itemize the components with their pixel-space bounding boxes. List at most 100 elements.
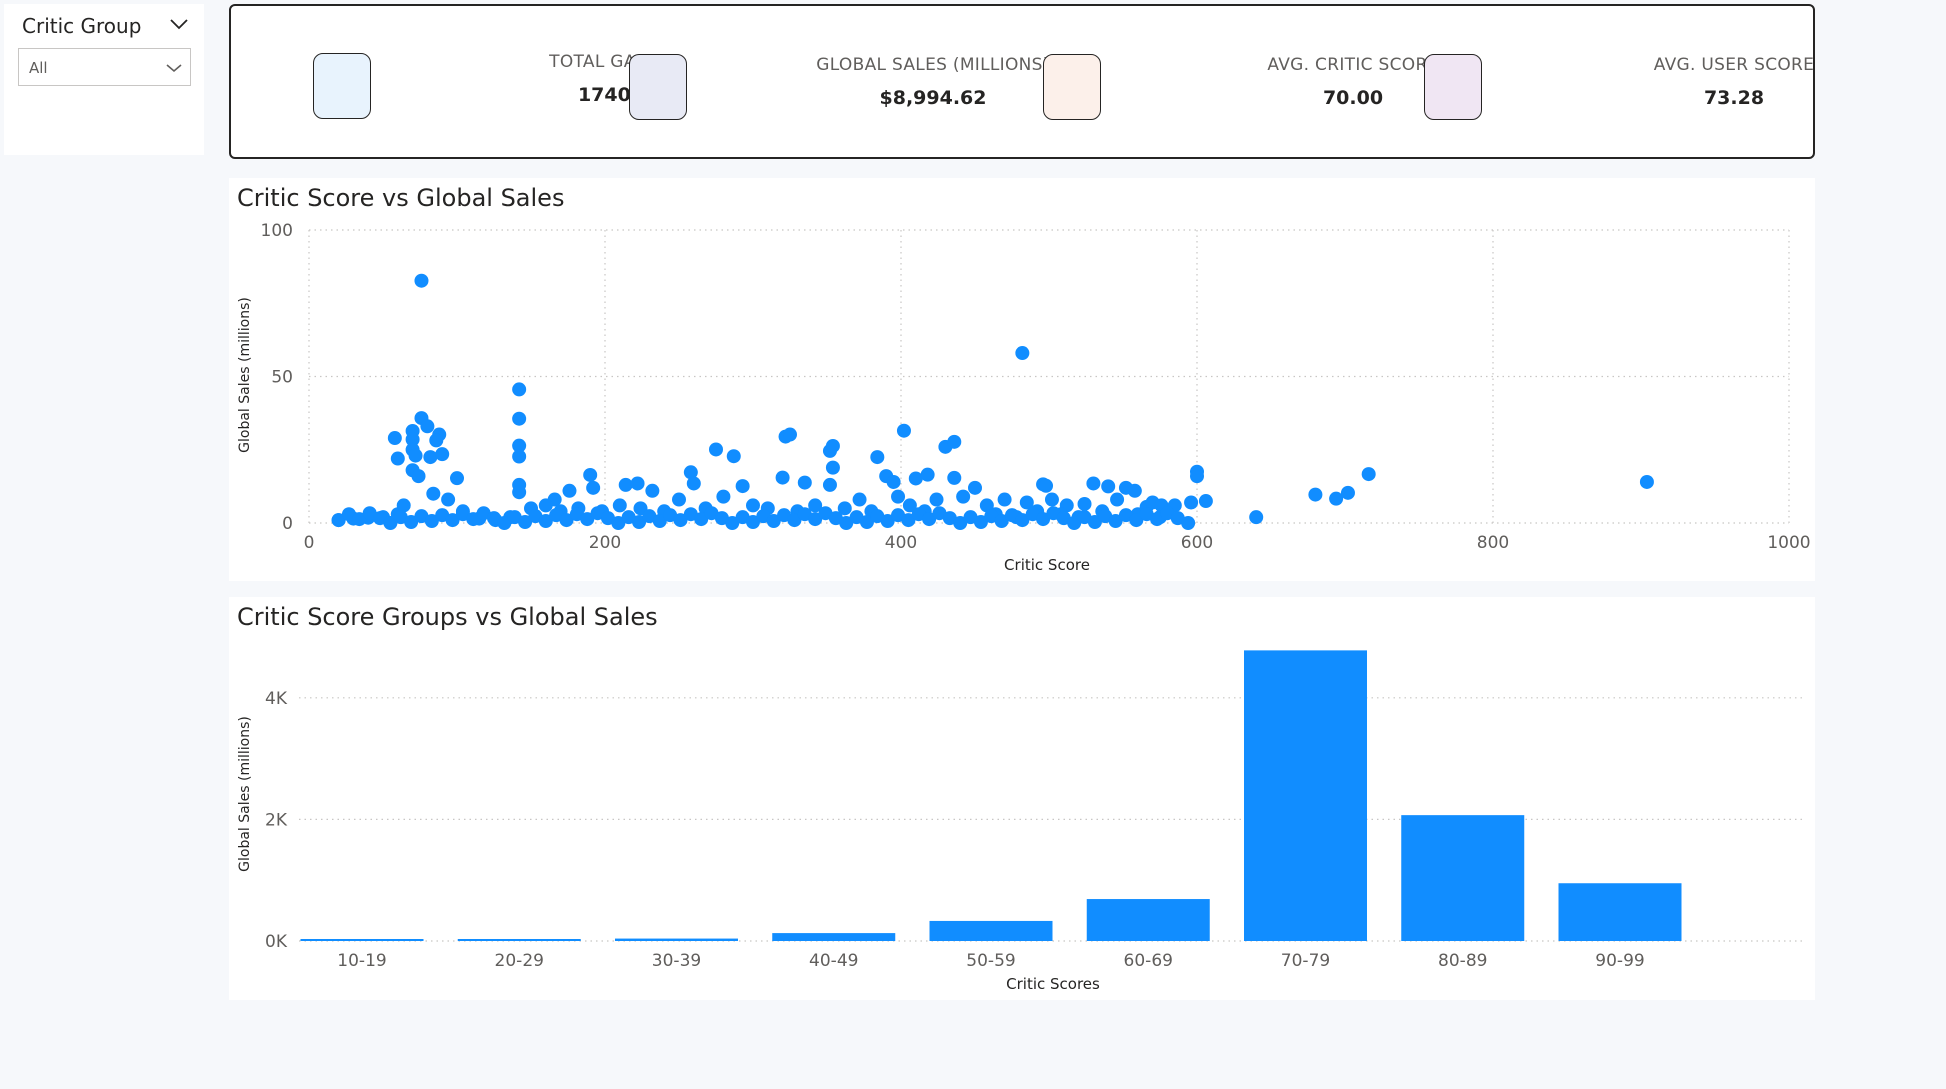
scatter-point [396,498,411,513]
scatter-point [1249,510,1264,525]
scatter-point [411,469,426,484]
bar-ticks: 0K 2K 4K [265,689,288,952]
scatter-y-tick-label: 50 [271,368,293,388]
scatter-point [1308,487,1323,502]
scatter-point [886,474,901,489]
scatter-point [870,450,885,465]
scatter-point [908,471,923,486]
scatter-x-tick-label: 600 [1181,533,1213,553]
scatter-point [618,477,633,492]
bar-category-label: 70-79 [1281,951,1330,971]
scatter-point [645,483,660,498]
scatter-point [852,492,867,507]
bar-y-axis-label: Global Sales (millions) [237,716,253,872]
scatter-point [1039,478,1054,493]
scatter-x-tick-label: 0 [304,533,315,553]
bar-chart: 0K 2K 4K 10-19 20-29 30-39 40-49 50-59 60-69 70-… [237,650,1804,993]
scatter-x-tick-label: 1000 [1767,533,1810,553]
scatter-point [1181,516,1196,530]
scatter-point [390,451,405,466]
scatter-point [408,448,423,463]
scatter-point [968,480,982,495]
slicer-title: Critic Group [22,14,142,38]
bar-category-label: 40-49 [809,951,858,971]
scatter-point [583,467,598,482]
bar [772,933,896,941]
dropdown-selected-value: All [29,59,48,77]
critic-group-slicer: Critic Group All [4,4,204,155]
bar-category-labels: 10-19 20-29 30-39 40-49 50-59 60-69 70-79 80-89… [337,951,1644,971]
scatter-point [1329,491,1344,506]
kpi-label-avg-user: AVG. USER SCORE [1653,55,1815,75]
scatter-x-tick-label: 400 [885,533,917,553]
scatter-x-tick-label: 800 [1477,533,1509,553]
scatter-point [716,489,731,504]
scatter-point [920,467,935,482]
bar-chart-panel: Critic Score Groups vs Global Sales 0K 2K… [229,597,1815,1000]
scatter-points [331,273,1654,530]
scatter-point [435,447,450,462]
scatter-point [426,486,441,501]
scatter-point [586,480,601,495]
bar [300,939,424,941]
scatter-point [1044,492,1059,507]
scatter-point [797,475,812,490]
bar [615,938,738,941]
scatter-point [1361,467,1376,482]
scatter-y-tick-label: 100 [261,221,293,241]
scatter-chart-panel: Critic Score vs Global Sales 0 50 100 0 200 4… [229,178,1815,581]
bar [1558,883,1682,941]
bar-category-label: 60-69 [1124,951,1173,971]
scatter-point [512,382,527,397]
bar-category-label: 20-29 [495,951,544,971]
scatter-point [891,489,906,504]
kpi-card: TOTAL GAMES 17408 GLOBAL SALES (MILLIONS… [229,4,1815,159]
scatter-grid [308,229,1790,524]
bar-category-label: 80-89 [1438,951,1487,971]
critic-group-dropdown[interactable]: All [18,48,191,86]
scatter-point [512,449,527,464]
bar [1244,650,1367,941]
scatter-point [429,433,444,448]
scatter-point [512,411,527,426]
scatter-point [672,492,686,507]
scatter-point [1340,485,1355,500]
bar [929,920,1053,941]
scatter-point [450,471,464,486]
scatter-point [420,419,435,434]
kpi-value-avg-user: 73.28 [1703,87,1765,109]
scatter-point [947,434,962,449]
bar-y-tick-label: 2K [265,810,288,830]
kpi-label-global-sales: GLOBAL SALES (MILLIONS) [816,55,1050,75]
kpi-label-total-games: TOTAL GAMES [549,52,673,72]
bar-category-label: 30-39 [652,951,701,971]
scatter-ticks: 0501000 200 400 600 800 1000 [261,221,1811,553]
scatter-point [612,498,627,513]
scatter-point [538,498,553,513]
scatter-point [709,442,723,457]
chevron-down-icon[interactable] [168,16,190,32]
scatter-point [441,492,456,507]
scatter-y-axis-label: Global Sales (millions) [237,297,253,453]
bar-category-label: 50-59 [966,951,1015,971]
scatter-y-tick-label: 0 [282,514,293,534]
kpi-swatch-avg-user [1424,54,1482,120]
scatter-point [997,492,1012,507]
scatter-point [423,450,438,465]
bar-category-label: 90-99 [1595,951,1644,971]
bar-y-tick-label: 0K [265,932,288,952]
bar-y-tick-label: 4K [265,689,288,709]
scatter-point [746,498,760,513]
bar-category-label: 10-19 [337,951,386,971]
scatter-x-axis-label: Critic Score [1004,556,1090,574]
scatter-point [1190,469,1204,484]
scatter-point [1127,483,1142,498]
scatter-point [1198,494,1213,509]
scatter-point [1110,492,1125,507]
bar [457,939,581,941]
dropdown-chevron-icon [166,64,182,73]
scatter-point [1101,479,1116,494]
scatter-point [630,476,645,491]
kpi-value-total-games: 17408 [577,84,645,106]
scatter-point [956,489,971,504]
